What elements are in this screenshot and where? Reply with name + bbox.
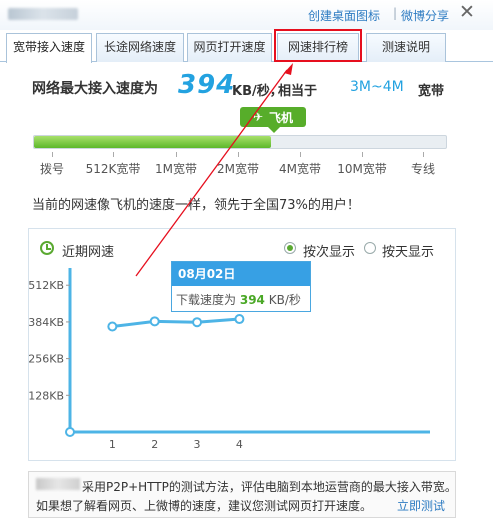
annotation-arrow xyxy=(135,63,293,277)
